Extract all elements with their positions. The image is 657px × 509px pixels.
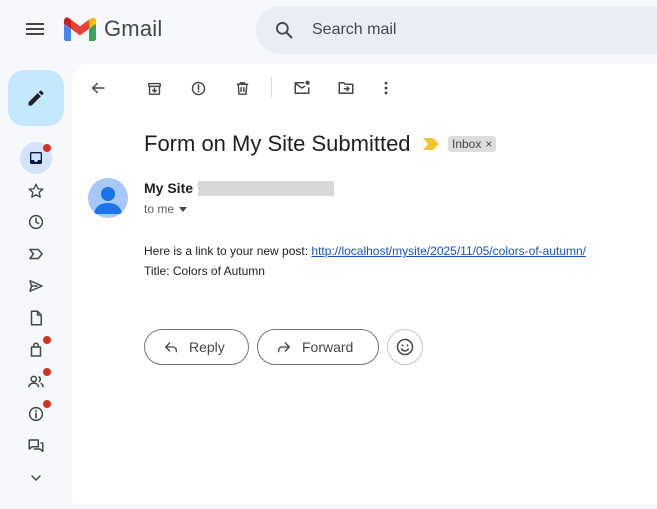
trash-icon (236, 81, 248, 95)
emoji-reaction-button[interactable] (387, 329, 423, 365)
rail-social[interactable] (20, 366, 52, 398)
email-body: Here is a link to your new post: http://… (144, 241, 586, 281)
search-bar[interactable] (256, 6, 657, 54)
rail-snoozed[interactable] (20, 206, 52, 238)
reply-label: Reply (189, 339, 225, 355)
smiley-icon (396, 338, 414, 356)
toolbar-divider (271, 77, 272, 97)
arrow-back-icon (92, 82, 105, 94)
reply-button[interactable]: Reply (144, 329, 249, 365)
menu-icon-line (26, 33, 44, 35)
notification-dot (43, 368, 51, 376)
send-icon (29, 280, 43, 292)
rail-drafts[interactable] (20, 302, 52, 334)
rail-purchases[interactable] (20, 334, 52, 366)
more-vert-icon (384, 81, 388, 95)
rail-inbox[interactable] (20, 142, 52, 174)
app-title: Gmail (104, 16, 163, 41)
caret-down-icon (179, 207, 188, 212)
person-icon (94, 187, 122, 214)
draft-icon (30, 310, 42, 326)
menu-icon-line (26, 28, 44, 30)
sender-email-redacted (198, 181, 334, 196)
forward-label: Forward (302, 339, 354, 355)
forum-icon (28, 439, 44, 452)
search-icon[interactable] (274, 20, 294, 40)
archive-button[interactable] (140, 74, 168, 102)
label-text: Inbox (452, 137, 482, 151)
message-pane: Form on My Site Submitted Inbox × My Sit… (72, 64, 657, 504)
rail-important[interactable] (20, 238, 52, 270)
rail-forums[interactable] (20, 430, 52, 462)
rail-updates[interactable] (20, 398, 52, 430)
forward-button[interactable]: Forward (257, 329, 379, 365)
report-spam-button[interactable] (184, 74, 212, 102)
notification-dot (43, 336, 51, 344)
forward-icon (278, 342, 290, 353)
rail-sent[interactable] (20, 270, 52, 302)
mail-unread-icon (294, 80, 310, 94)
report-icon (191, 81, 205, 95)
body-prefix: Here is a link to your new post: (144, 244, 312, 258)
chevron-down-icon (31, 475, 41, 482)
recipient-details-toggle[interactable]: to me (144, 202, 188, 216)
gmail-logo[interactable]: Gmail (64, 16, 162, 42)
notification-dot (43, 400, 51, 408)
info-icon (28, 406, 44, 422)
inbox-label-chip[interactable]: Inbox × (448, 136, 497, 152)
search-input[interactable] (312, 21, 632, 39)
gmail-m-icon (64, 17, 96, 41)
clock-icon (28, 214, 44, 230)
shopping-icon (30, 342, 42, 357)
important-icon (29, 248, 43, 260)
more-options-button[interactable] (372, 74, 400, 102)
menu-icon-line (26, 23, 44, 25)
move-to-button[interactable] (332, 74, 360, 102)
delete-button[interactable] (228, 74, 256, 102)
body-line-1: Here is a link to your new post: http://… (144, 241, 586, 261)
rail-starred[interactable] (20, 175, 52, 207)
reply-icon (165, 342, 177, 353)
archive-icon (147, 82, 161, 95)
remove-label-button[interactable]: × (485, 137, 492, 151)
main-menu-button[interactable] (24, 20, 46, 40)
post-link[interactable]: http://localhost/mysite/2025/11/05/color… (311, 244, 586, 258)
folder-move-icon (338, 82, 354, 94)
body-line-2: Title: Colors of Autumn (144, 264, 265, 278)
pencil-icon (28, 90, 44, 106)
back-button[interactable] (84, 74, 112, 102)
sender-name: My Site (144, 180, 194, 196)
inbox-icon (30, 152, 42, 164)
rail-more[interactable] (20, 462, 52, 494)
importance-marker-icon[interactable] (423, 138, 439, 150)
star-icon (28, 183, 44, 198)
notification-dot (43, 144, 51, 152)
people-icon (28, 375, 44, 388)
compose-button[interactable] (8, 70, 64, 126)
mark-unread-button[interactable] (288, 74, 316, 102)
recipient-text: to me (144, 202, 175, 216)
avatar[interactable] (88, 178, 128, 218)
email-subject: Form on My Site Submitted (144, 131, 411, 156)
